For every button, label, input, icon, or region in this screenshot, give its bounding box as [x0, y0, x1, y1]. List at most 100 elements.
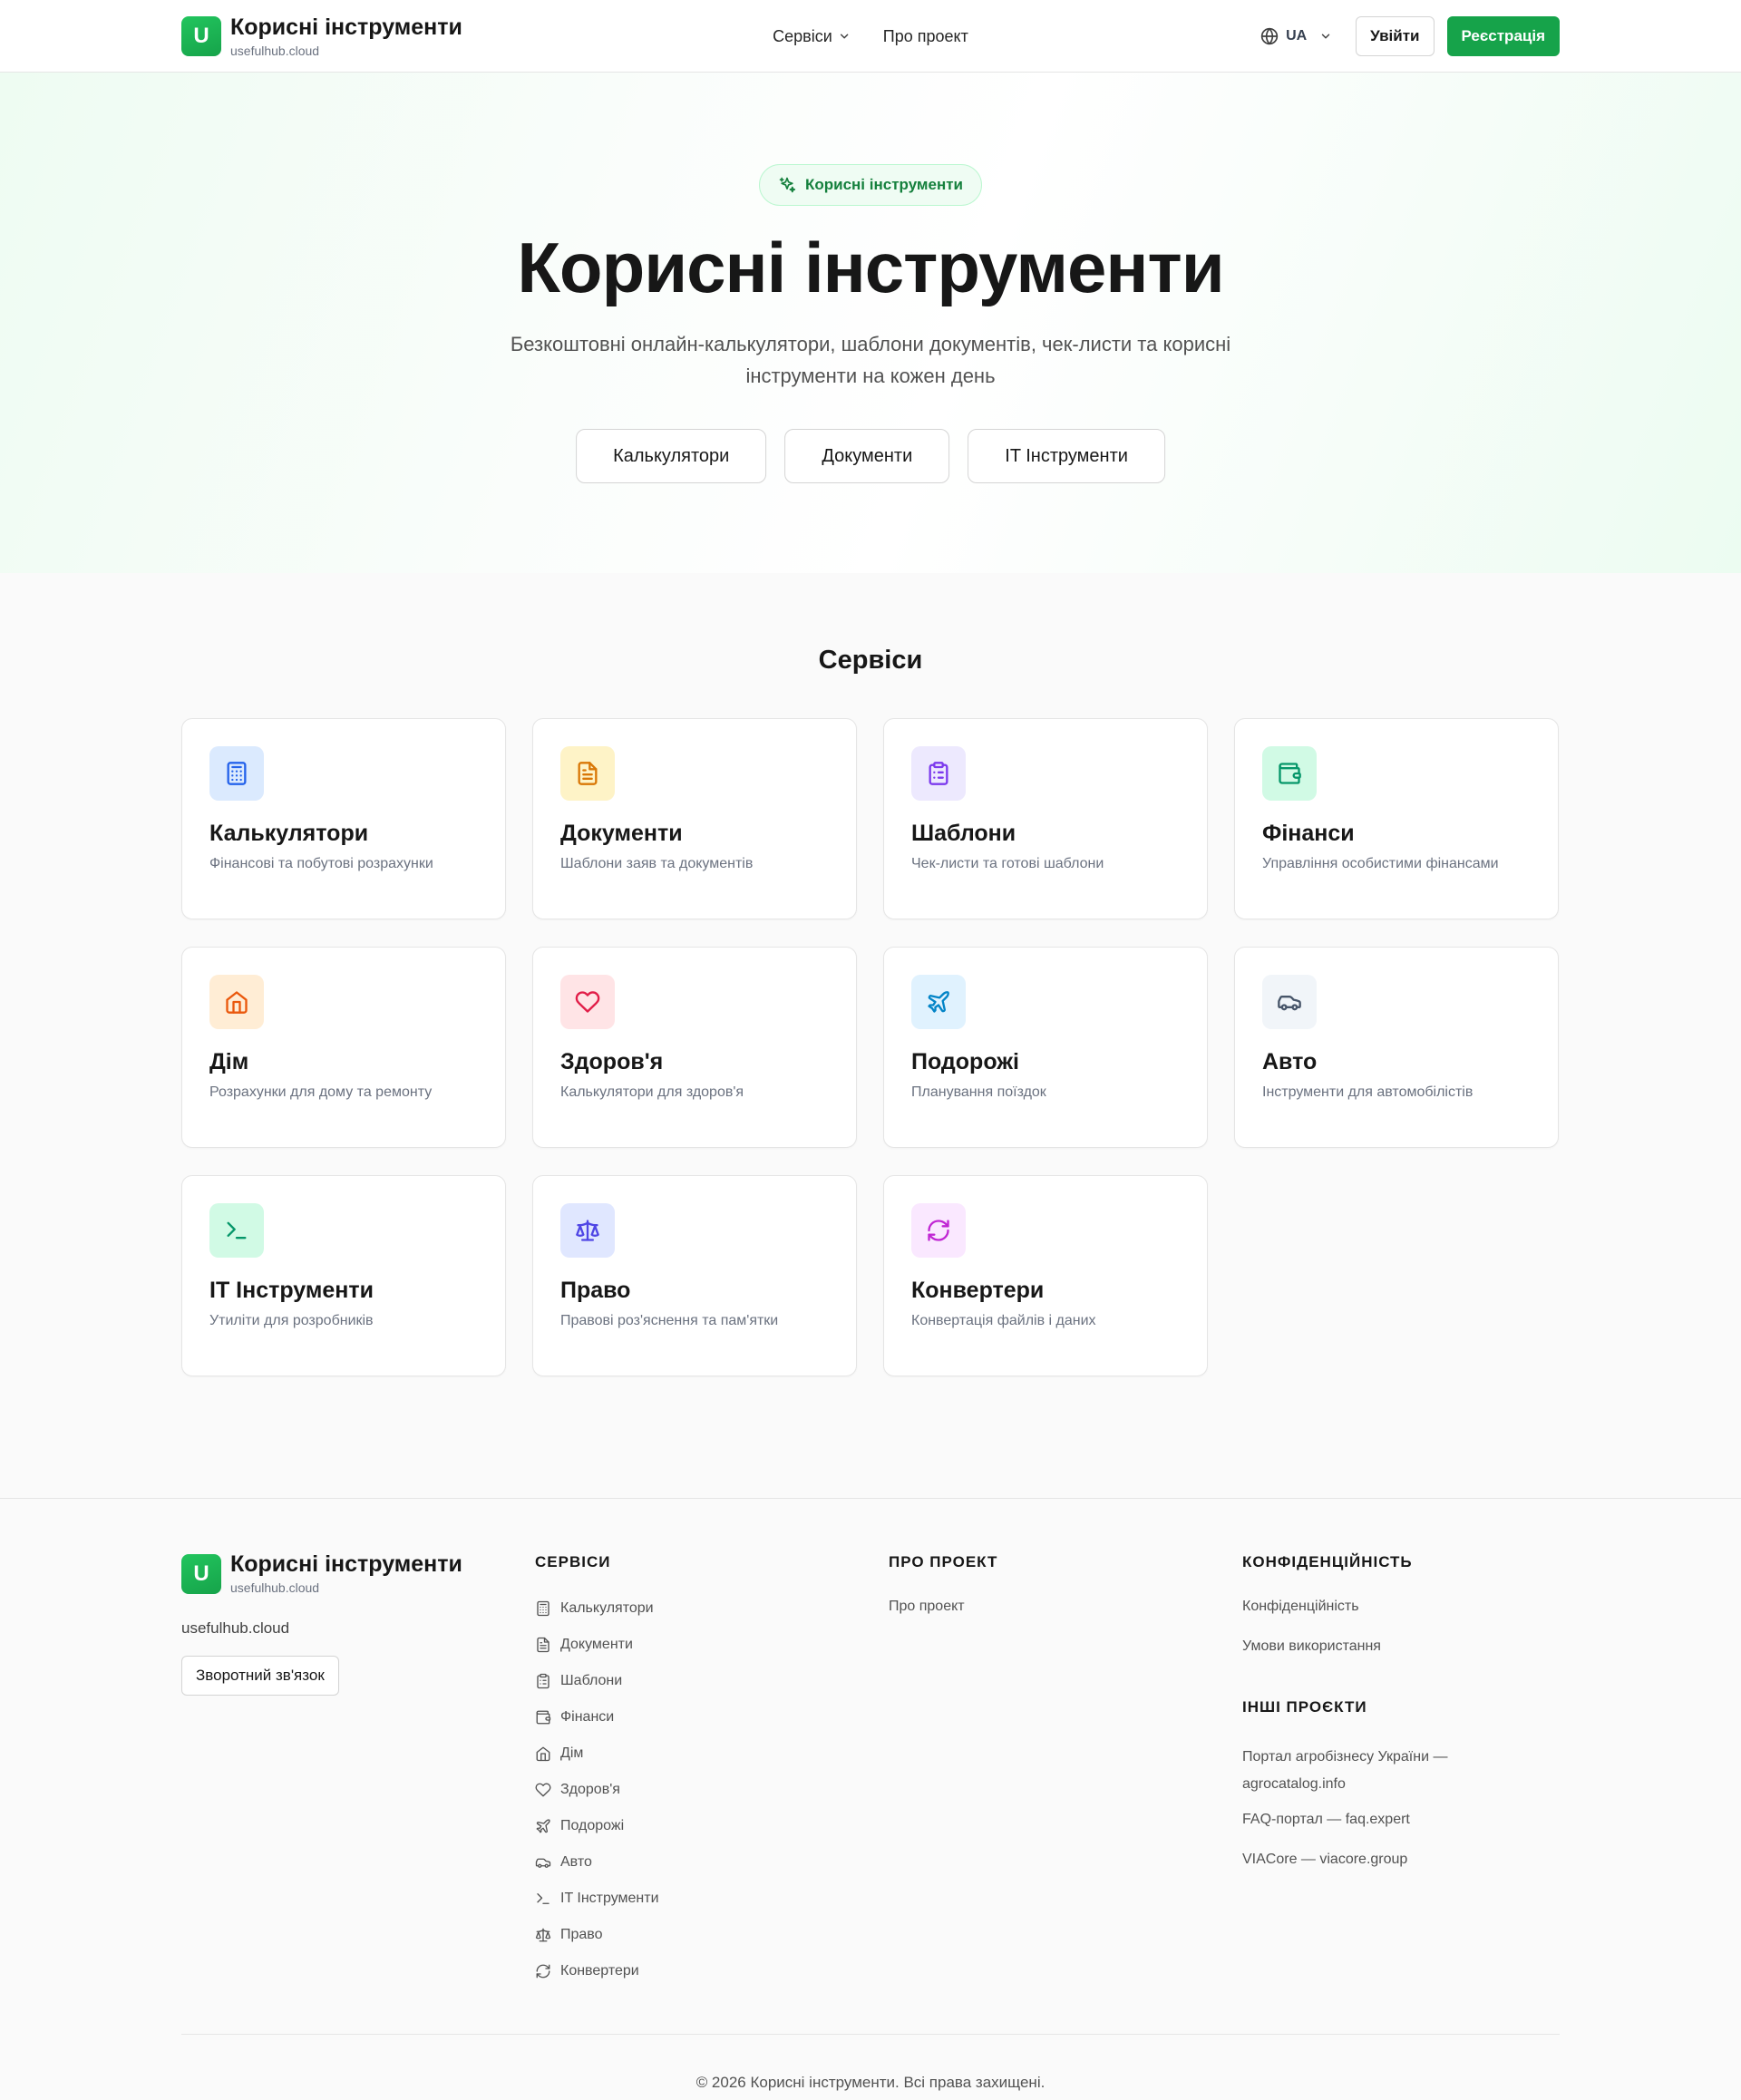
footer-logo-subtitle: usefulhub.cloud: [230, 1580, 320, 1595]
hero-button-documents[interactable]: Документи: [784, 429, 950, 483]
footer-service-link[interactable]: Авто: [535, 1844, 659, 1881]
refresh-icon: [911, 1203, 966, 1258]
service-card-title: Шаблони: [911, 821, 1016, 846]
service-card[interactable]: Калькулятори Фінансові та побутові розрах…: [181, 718, 506, 919]
footer-service-label: Подорожі: [560, 1818, 625, 1833]
hero-title: Корисні інструменти: [517, 228, 1224, 307]
footer-service-label: Документи: [560, 1637, 633, 1652]
chevron-down-icon: [840, 34, 849, 39]
service-card[interactable]: Авто Інструменти для автомобілістів: [1234, 947, 1559, 1148]
nav-about[interactable]: Про проект: [883, 27, 968, 46]
footer-link-agrocatalog[interactable]: Портал агробізнесу України — agrocatalog…: [1242, 1744, 1505, 1798]
footer-service-link[interactable]: Калькулятори: [535, 1590, 659, 1627]
footer-service-link[interactable]: Конвертери: [535, 1953, 659, 1989]
nav-about-label: Про проект: [882, 26, 968, 45]
heart-icon: [560, 975, 615, 1029]
car-icon: [1262, 975, 1317, 1029]
logo-title: Корисні інструменти: [230, 14, 462, 40]
footer-link-terms[interactable]: Умови використання: [1242, 1638, 1514, 1655]
footer-about: ПРО ПРОЕКТ Про проект: [889, 1553, 997, 1615]
service-card[interactable]: IT Інструменти Утиліти для розробників: [181, 1175, 506, 1376]
footer-service-link[interactable]: Документи: [535, 1627, 659, 1663]
footer-services: СЕРВІСИ Калькулятори Документи Шаблони Фіна…: [535, 1553, 659, 1989]
service-card[interactable]: Шаблони Чек-листи та готові шаблони: [883, 718, 1208, 919]
service-card[interactable]: Документи Шаблони заяв та документів: [532, 718, 857, 919]
register-button[interactable]: Реєстрація: [1446, 16, 1560, 56]
footer-service-label: IT Інструменти: [560, 1891, 659, 1906]
footer-link-privacy[interactable]: Конфіденційність: [1242, 1599, 1514, 1615]
footer-logo-title: Корисні інструменти: [230, 1551, 462, 1577]
logo[interactable]: U Корисні інструменти usefulhub.cloud: [181, 14, 462, 58]
terminal-icon: [535, 1891, 551, 1907]
site-header: U Корисні інструменти usefulhub.cloud Се…: [0, 0, 1741, 73]
footer-service-label: Здоров'я: [560, 1782, 620, 1797]
service-card[interactable]: Право Правові роз'яснення та пам'ятки: [532, 1175, 857, 1376]
footer-service-link[interactable]: Дім: [535, 1735, 659, 1772]
service-card-description: Шаблони заяв та документів: [560, 856, 754, 871]
service-card-title: Авто: [1262, 1049, 1318, 1074]
service-card-title: Калькулятори: [209, 821, 369, 846]
hero-badge-label: Корисні інструменти: [804, 176, 964, 193]
sparkles-icon: [779, 177, 796, 193]
footer-link-about[interactable]: Про проект: [889, 1599, 997, 1615]
main-nav: Сервіси Про проект: [773, 27, 968, 46]
footer-service-link[interactable]: IT Інструменти: [535, 1881, 659, 1917]
service-card[interactable]: Дім Розрахунки для дому та ремонту: [181, 947, 506, 1148]
clipboard-icon: [535, 1673, 551, 1689]
services-section: Сервіси Калькулятори Фінансові та побутов…: [0, 573, 1741, 1498]
scale-icon: [535, 1927, 551, 1943]
calculator-icon: [535, 1600, 551, 1617]
service-card-title: IT Інструменти: [209, 1278, 374, 1303]
service-card-title: Право: [560, 1278, 631, 1303]
footer-privacy: КОНФІДЕНЦІЙНІСТЬ Конфіденційність Умови …: [1242, 1553, 1514, 1868]
language-label: UA: [1286, 28, 1308, 44]
calculator-icon: [209, 746, 264, 801]
footer-link-viacore[interactable]: VIACore — viacore.group: [1242, 1852, 1514, 1868]
logo-mark: U: [181, 16, 221, 56]
service-card-title: Конвертери: [911, 1278, 1045, 1303]
footer-logo[interactable]: U Корисні інструменти usefulhub.cloud: [181, 1553, 462, 1594]
service-card[interactable]: Фінанси Управління особистими фінансами: [1234, 718, 1559, 919]
footer-services-list: Калькулятори Документи Шаблони Фінанси Дім Зд…: [535, 1590, 659, 1989]
nav-services[interactable]: Сервіси: [773, 27, 851, 46]
plane-icon: [911, 975, 966, 1029]
language-selector[interactable]: UA: [1260, 27, 1332, 45]
service-card-title: Фінанси: [1262, 821, 1355, 846]
services-heading: Сервіси: [818, 646, 923, 675]
footer-service-link[interactable]: Шаблони: [535, 1663, 659, 1699]
footer-service-link[interactable]: Право: [535, 1917, 659, 1953]
footer-service-label: Авто: [560, 1854, 592, 1870]
login-button[interactable]: Увійти: [1356, 16, 1435, 56]
home-icon: [535, 1745, 551, 1762]
hero-section: Корисні інструменти Корисні інструменти …: [0, 73, 1741, 573]
contact-button[interactable]: Зворотний зв'язок: [181, 1656, 339, 1696]
hero-button-calculators[interactable]: Калькулятори: [576, 429, 767, 483]
footer-service-link[interactable]: Здоров'я: [535, 1772, 659, 1808]
footer-site: usefulhub.cloud: [181, 1619, 290, 1637]
footer-services-heading: СЕРВІСИ: [535, 1553, 611, 1570]
service-card-description: Утиліти для розробників: [209, 1313, 374, 1328]
service-card[interactable]: Здоров'я Калькулятори для здоров'я: [532, 947, 857, 1148]
service-card-description: Фінансові та побутові розрахунки: [209, 856, 433, 871]
service-card-description: Планування поїздок: [911, 1084, 1046, 1100]
services-grid: Калькулятори Фінансові та побутові розрах…: [181, 718, 1560, 1376]
hero-buttons: Калькулятори Документи IT Інструменти: [576, 429, 1165, 483]
logo-subtitle: usefulhub.cloud: [230, 43, 320, 58]
service-card-title: Дім: [209, 1049, 249, 1074]
document-icon: [560, 746, 615, 801]
footer-service-link[interactable]: Подорожі: [535, 1808, 659, 1844]
footer-service-link[interactable]: Фінанси: [535, 1699, 659, 1735]
service-card-title: Подорожі: [911, 1049, 1019, 1074]
footer-service-label: Шаблони: [560, 1673, 623, 1688]
hero-button-it-tools[interactable]: IT Інструменти: [968, 429, 1165, 483]
service-card-description: Управління особистими фінансами: [1262, 856, 1499, 871]
service-card-description: Правові роз'яснення та пам'ятки: [560, 1313, 779, 1328]
heart-icon: [535, 1782, 551, 1798]
service-card[interactable]: Конвертери Конвертація файлів і даних: [883, 1175, 1208, 1376]
service-card[interactable]: Подорожі Планування поїздок: [883, 947, 1208, 1148]
footer-link-faq[interactable]: FAQ-портал — faq.expert: [1242, 1812, 1514, 1828]
footer-copyright: © 2026 Корисні інструменти. Всі права за…: [695, 2074, 1046, 2091]
car-icon: [535, 1854, 551, 1871]
hero-description: Безкоштовні онлайн-калькулятори, шаблони…: [510, 333, 1231, 387]
footer-divider: [181, 2034, 1560, 2035]
